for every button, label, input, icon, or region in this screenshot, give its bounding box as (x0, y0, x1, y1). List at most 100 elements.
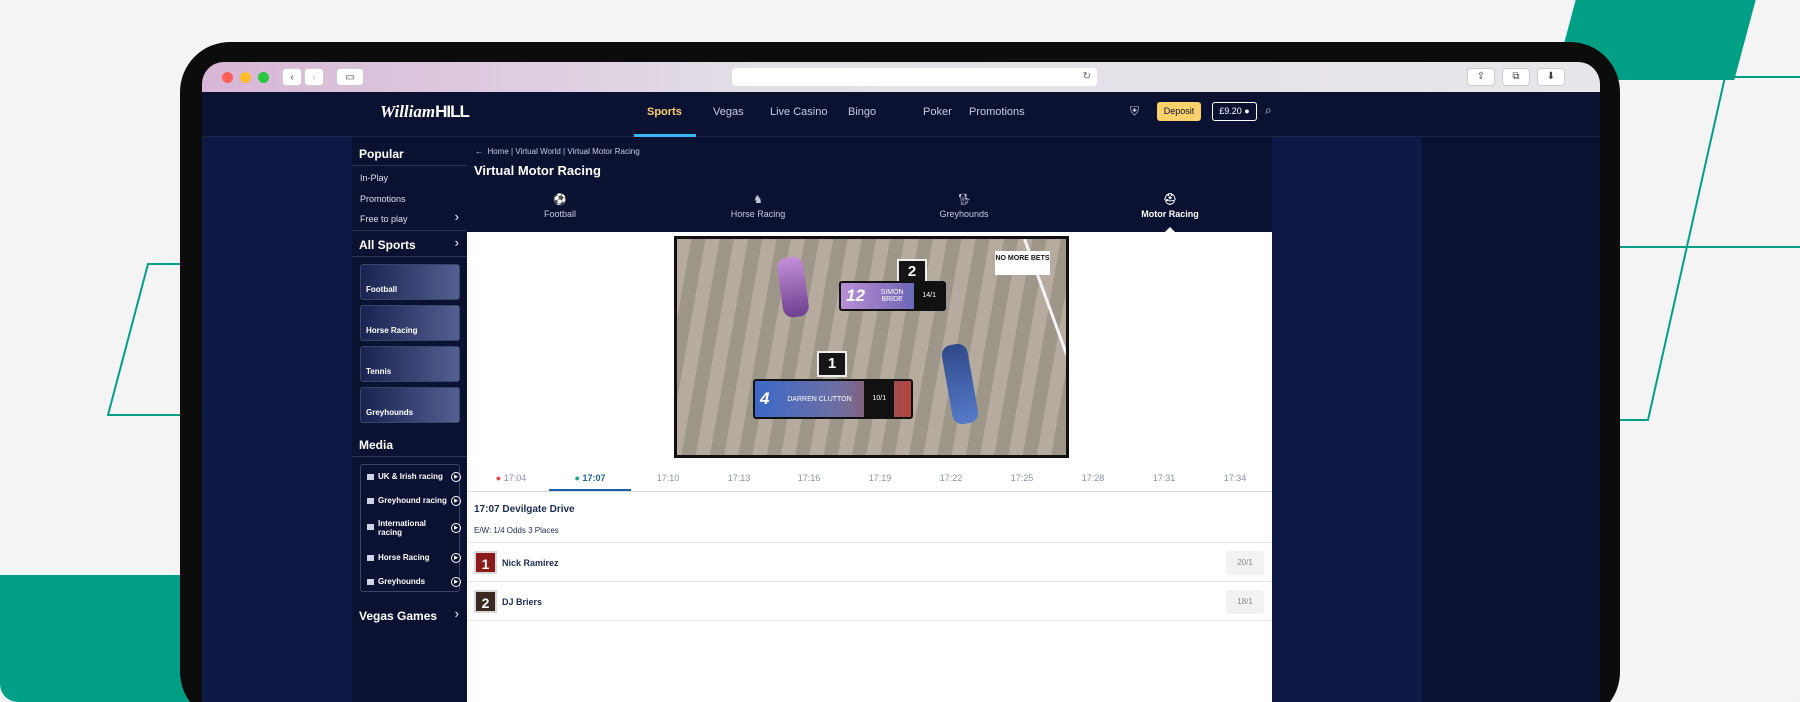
time-tab[interactable]: 17:31 (1131, 473, 1197, 483)
nav-vegas[interactable]: Vegas (713, 106, 744, 118)
back-arrow-icon[interactable]: ← (475, 147, 483, 156)
page-gutter-right (1272, 137, 1422, 702)
media-label: Greyhound racing (378, 496, 447, 505)
tab-football[interactable]: ⚽ Football (500, 193, 620, 219)
runner-row: 1 Nick Ramirez 20/1 (467, 542, 1272, 581)
sport-card-football[interactable]: Football (360, 264, 460, 300)
time-tab-active[interactable]: ● 17:07 (557, 473, 623, 483)
divider (352, 165, 467, 166)
time-tab[interactable]: 17:13 (706, 473, 772, 483)
all-sports-heading[interactable]: All Sports (352, 238, 416, 252)
play-icon: ▶ (451, 472, 461, 482)
sport-card-greyhounds[interactable]: Greyhounds (360, 387, 460, 423)
minimize-dot[interactable] (240, 71, 251, 83)
tv-icon (367, 524, 374, 530)
odds-button[interactable]: 18/1 (1226, 590, 1264, 614)
media-item-greyhound-racing[interactable]: Greyhound racing ▶ (367, 496, 461, 506)
media-item-international-racing[interactable]: International racing ▶ (367, 519, 461, 537)
time-tab[interactable]: 17:22 (918, 473, 984, 483)
race-video[interactable]: 2 12 SIMON BRIDE 14/1 1 4 DARREN CLUTTON… (674, 236, 1069, 458)
sidebar-item-promotions[interactable]: Promotions (360, 194, 406, 204)
nav-live-casino[interactable]: Live Casino (770, 106, 827, 118)
media-label: International racing (378, 519, 427, 537)
reload-icon[interactable]: ↻ (1083, 71, 1091, 82)
runner-odds: 14/1 (914, 283, 944, 309)
runner-number: 4 (760, 389, 770, 408)
safer-gambling-icon[interactable]: ⛨ (1130, 104, 1139, 119)
deposit-button[interactable]: Deposit (1157, 102, 1201, 121)
search-icon[interactable]: ⌕ (1265, 103, 1272, 118)
time-tab-indicator (549, 489, 631, 491)
chevron-right-icon[interactable]: › (455, 235, 459, 250)
breadcrumb-text[interactable]: Home | Virtual World | Virtual Motor Rac… (487, 147, 639, 156)
logo-script: William (380, 102, 436, 121)
address-bar[interactable]: ↻ (732, 68, 1097, 86)
tab-horse-racing[interactable]: ♞ Horse Racing (698, 193, 818, 219)
tab-label: Greyhounds (939, 209, 989, 219)
tab-label: Football (543, 209, 577, 219)
time-tab[interactable]: 17:34 (1202, 473, 1268, 483)
time-tab[interactable]: 17:25 (989, 473, 1055, 483)
breadcrumb[interactable]: ← Home | Virtual World | Virtual Motor R… (475, 147, 640, 156)
forward-icon[interactable]: › (304, 68, 324, 86)
back-icon[interactable]: ‹ (282, 68, 302, 86)
page-title: Virtual Motor Racing (474, 163, 601, 178)
time-tab[interactable]: 17:19 (847, 473, 913, 483)
sidebar-item-free-to-play[interactable]: Free to play (360, 214, 408, 224)
balance-button[interactable]: £9.20 ● (1212, 102, 1257, 121)
browser-screen: ‹ › ▭ ↻ ⇪ ⧉ ⬇ WilliamHILL Sports Vegas L… (202, 62, 1600, 702)
sport-card-horse-racing[interactable]: Horse Racing (360, 305, 460, 341)
runner-name: SIMON BRIDE (880, 289, 904, 303)
tab-greyhounds[interactable]: 🐕︎ Greyhounds (904, 193, 1024, 219)
main-content: ← Home | Virtual World | Virtual Motor R… (467, 137, 1272, 702)
nav-poker[interactable]: Poker (923, 106, 952, 118)
runner-badge: 1 (474, 551, 497, 574)
media-item-greyhounds[interactable]: Greyhounds ▶ (367, 577, 461, 587)
tv-icon (367, 497, 374, 504)
time-tab[interactable]: ● 17:04 (478, 473, 544, 483)
race-panel: 2 12 SIMON BRIDE 14/1 1 4 DARREN CLUTTON… (467, 232, 1272, 702)
nav-sports[interactable]: Sports (647, 106, 682, 118)
play-icon: ▶ (451, 577, 461, 587)
runner-name: DJ Briers (502, 597, 543, 607)
sidebar-toggle-icon[interactable]: ▭ (336, 68, 364, 86)
football-icon: ⚽ (553, 194, 567, 206)
media-item-uk-irish-racing[interactable]: UK & Irish racing ▶ (367, 472, 461, 482)
horse-icon: ♞ (753, 194, 763, 206)
time-tab[interactable]: 17:10 (635, 473, 701, 483)
no-more-bets-sign: NO MORE BETS (995, 251, 1050, 275)
logo[interactable]: WilliamHILL (380, 102, 470, 122)
time-tab[interactable]: 17:16 (776, 473, 842, 483)
sidebar-item-in-play[interactable]: In-Play (360, 173, 388, 183)
media-label: UK & Irish racing (378, 472, 443, 481)
play-icon: ▶ (451, 523, 461, 533)
runner-board: 12 SIMON BRIDE 14/1 (839, 281, 946, 311)
sport-card-tennis[interactable]: Tennis (360, 346, 460, 382)
chevron-right-icon[interactable]: › (455, 606, 459, 621)
page-gutter-left (202, 137, 352, 702)
tab-label: Horse Racing (730, 209, 786, 219)
time-tab[interactable]: 17:28 (1060, 473, 1126, 483)
maximize-dot[interactable] (258, 71, 269, 83)
media-item-horse-racing[interactable]: Horse Racing ▶ (367, 553, 461, 563)
tv-icon (367, 473, 374, 480)
runner-name: DARREN CLUTTON (787, 395, 852, 403)
close-dot[interactable] (222, 71, 233, 83)
vegas-games-heading[interactable]: Vegas Games (352, 609, 437, 623)
odds-button[interactable]: 20/1 (1226, 551, 1264, 575)
share-icon[interactable]: ⇪ (1467, 68, 1495, 86)
tabs-icon[interactable]: ⧉ (1502, 68, 1530, 86)
media-label: Greyhounds (378, 577, 426, 586)
race-title: 17:07 Devilgate Drive (474, 504, 575, 515)
each-way-terms: E/W: 1/4 Odds 3 Places (474, 526, 559, 535)
greyhound-icon: 🐕︎ (957, 194, 971, 206)
nav-bingo[interactable]: Bingo (848, 106, 876, 118)
tv-icon (367, 578, 374, 585)
runner-name: Nick Ramirez (502, 558, 559, 568)
live-dot-icon: ● (574, 473, 580, 483)
chevron-right-icon[interactable]: › (455, 209, 459, 224)
nav-promotions[interactable]: Promotions (969, 106, 1025, 118)
tab-motor-racing[interactable]: ⛑ Motor Racing (1110, 193, 1230, 219)
runner-row-partial (467, 620, 1272, 659)
download-icon[interactable]: ⬇ (1537, 68, 1565, 86)
